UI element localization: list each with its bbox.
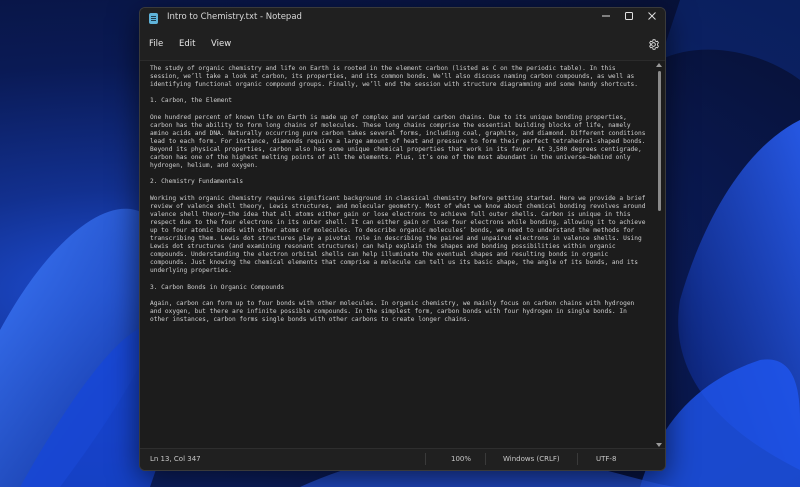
paragraph: The study of organic chemistry and life … xyxy=(150,65,638,89)
cursor-position: Ln 13, Col 347 xyxy=(150,455,201,463)
scroll-up-arrow-icon[interactable] xyxy=(656,63,662,67)
text-editor[interactable]: The study of organic chemistry and life … xyxy=(140,61,665,449)
section-heading: 1. Carbon, the Element xyxy=(150,97,232,105)
menu-bar: File Edit View xyxy=(140,30,665,61)
vertical-scrollbar[interactable] xyxy=(653,61,665,449)
minimize-icon xyxy=(602,15,610,17)
gear-icon[interactable] xyxy=(647,38,660,51)
window-title: Intro to Chemistry.txt - Notepad xyxy=(167,12,302,22)
status-divider xyxy=(485,453,486,465)
maximize-button[interactable] xyxy=(618,11,640,27)
maximize-icon xyxy=(625,12,633,20)
status-divider xyxy=(577,453,578,465)
menu-file[interactable]: File xyxy=(149,39,163,49)
section-heading: 2. Chemistry Fundamentals xyxy=(150,178,244,186)
close-icon xyxy=(648,12,656,20)
document-content[interactable]: The study of organic chemistry and life … xyxy=(150,65,647,332)
zoom-level: 100% xyxy=(451,455,472,463)
minimize-button[interactable] xyxy=(595,11,617,27)
paragraph: Working with organic chemistry requires … xyxy=(150,194,646,275)
close-button[interactable] xyxy=(641,11,663,27)
encoding: UTF-8 xyxy=(596,455,617,463)
title-bar[interactable]: Intro to Chemistry.txt - Notepad xyxy=(140,8,665,30)
section-heading: 3. Carbon Bonds in Organic Compounds xyxy=(150,283,285,291)
notepad-icon xyxy=(149,13,158,24)
menu-edit[interactable]: Edit xyxy=(179,39,195,49)
paragraph: Again, carbon can form up to four bonds … xyxy=(150,299,635,323)
menu-view[interactable]: View xyxy=(211,39,231,49)
status-divider xyxy=(425,453,426,465)
paragraph: One hundred percent of known life on Ear… xyxy=(150,113,646,170)
line-ending: Windows (CRLF) xyxy=(503,455,560,463)
scroll-down-arrow-icon[interactable] xyxy=(656,443,662,447)
status-bar: Ln 13, Col 347 100% Windows (CRLF) UTF-8 xyxy=(140,448,665,470)
scroll-thumb[interactable] xyxy=(658,71,661,211)
notepad-window: Intro to Chemistry.txt - Notepad File Ed… xyxy=(139,7,666,471)
